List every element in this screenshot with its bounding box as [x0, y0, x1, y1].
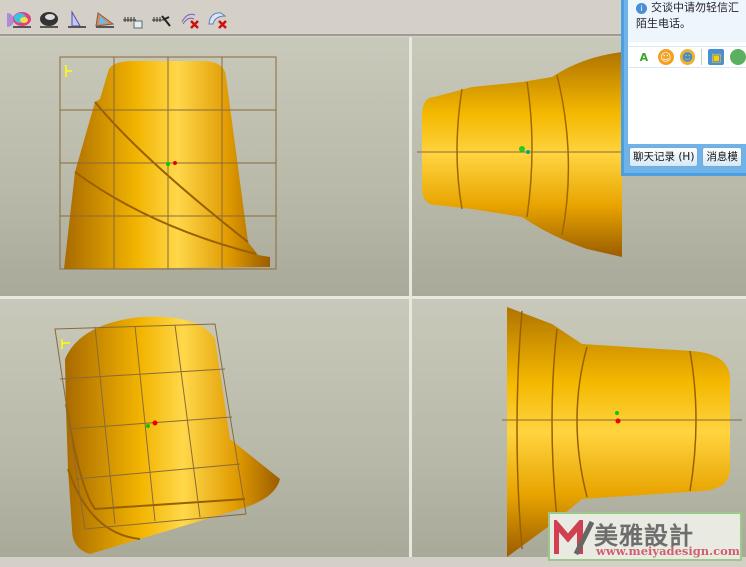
logo-mark: [554, 520, 594, 556]
isometric-view[interactable]: [0, 299, 409, 557]
draft-icon[interactable]: [65, 9, 89, 31]
grid-cut-icon[interactable]: [150, 9, 174, 31]
gradient-icon[interactable]: [93, 9, 117, 31]
magic-emoji-icon[interactable]: ☻: [679, 49, 696, 65]
font-icon[interactable]: A: [636, 49, 652, 65]
grid-insert-icon[interactable]: [121, 9, 145, 31]
chat-window: i 交谈中请勿轻信汇 陌生电话。 A ☺ ☻ ▣ 聊天记录 (H) 消息模: [621, 0, 746, 176]
viewport-divider-horizontal[interactable]: [0, 296, 746, 299]
front-view[interactable]: [0, 37, 409, 296]
message-mode-button[interactable]: 消息模: [702, 147, 742, 167]
toolbar-row-top: [0, 0, 620, 6]
chat-toolbar: A ☺ ☻ ▣: [628, 46, 746, 68]
info-icon: i: [636, 3, 647, 14]
render-icon[interactable]: [37, 9, 61, 31]
more-icon[interactable]: [730, 49, 746, 65]
model-side-right: [422, 52, 622, 257]
delete-surface-icon[interactable]: [206, 9, 230, 31]
security-notice: i 交谈中请勿轻信汇 陌生电话。: [628, 0, 746, 42]
delete-curve-icon[interactable]: [178, 9, 202, 31]
send-image-icon[interactable]: ▣: [708, 49, 725, 65]
emoji-icon[interactable]: ☺: [657, 49, 674, 65]
watermark-logo: 美雅設計 www.meiyadesign.com: [548, 512, 742, 561]
chat-history-button[interactable]: 聊天记录 (H): [629, 147, 699, 167]
color-shade-icon[interactable]: [10, 9, 34, 31]
